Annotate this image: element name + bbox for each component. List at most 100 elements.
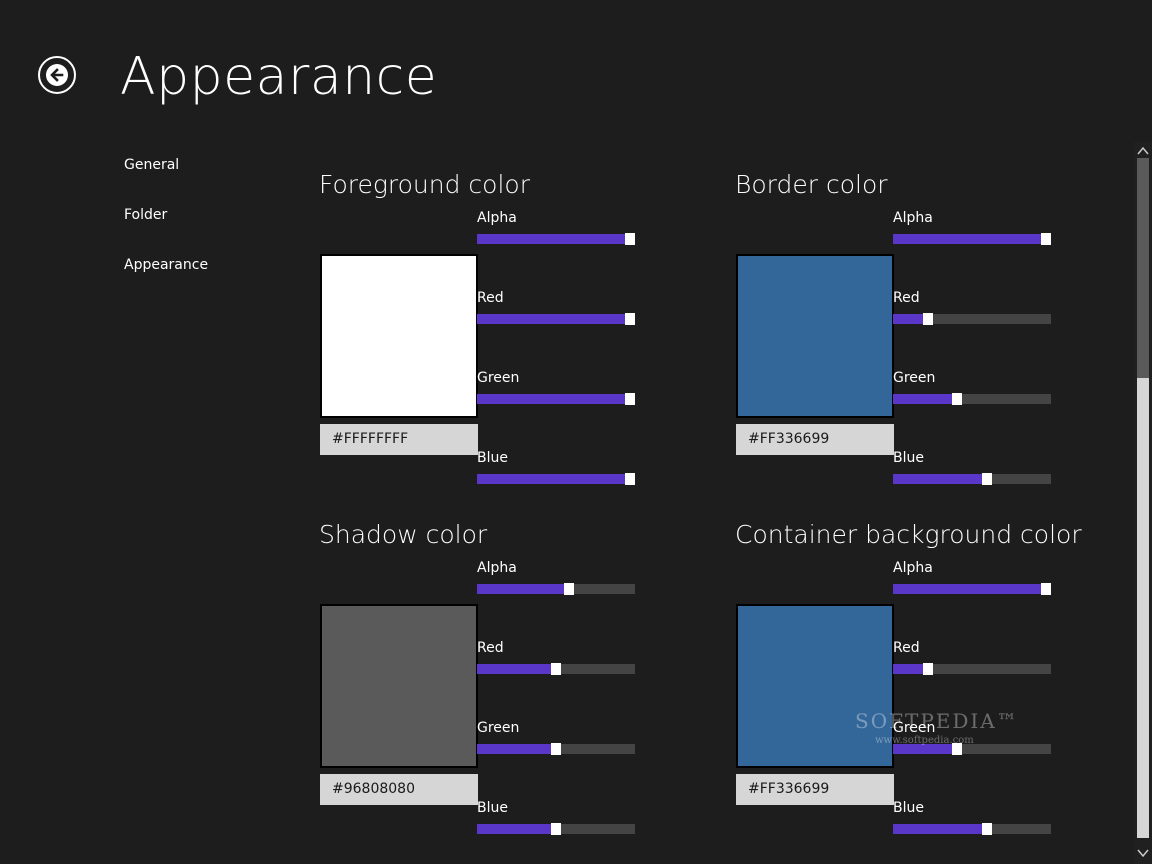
alpha-label: Alpha <box>893 210 933 226</box>
slider-fill <box>477 474 625 484</box>
alpha-channel: Alpha <box>893 558 1051 598</box>
slider-thumb[interactable] <box>923 663 933 675</box>
nav-item-appearance[interactable]: Appearance <box>124 255 208 305</box>
red-channel: Red <box>893 288 1051 328</box>
slider-thumb[interactable] <box>982 823 992 835</box>
alpha-channel: Alpha <box>477 558 635 598</box>
vertical-scrollbar[interactable] <box>1134 142 1152 864</box>
slider-thumb[interactable] <box>625 233 635 245</box>
slider-fill <box>893 234 1041 244</box>
slider-fill <box>477 664 551 674</box>
color-section-3: Shadow color Alpha Red Green Blue <box>319 520 659 840</box>
slider-thumb[interactable] <box>952 743 962 755</box>
red-channel: Red <box>477 288 635 328</box>
nav-item-general[interactable]: General <box>124 155 208 205</box>
color-preview-swatch <box>320 254 478 418</box>
blue-slider[interactable] <box>477 473 635 485</box>
nav-item-folder[interactable]: Folder <box>124 205 208 255</box>
slider-fill <box>893 584 1041 594</box>
red-channel: Red <box>893 638 1051 678</box>
color-preview-swatch <box>320 604 478 768</box>
green-channel: Green <box>477 368 635 408</box>
red-slider[interactable] <box>477 313 635 325</box>
green-slider[interactable] <box>893 743 1051 755</box>
green-label: Green <box>477 370 520 386</box>
slider-fill <box>893 824 982 834</box>
blue-slider[interactable] <box>893 473 1051 485</box>
slider-thumb[interactable] <box>625 393 635 405</box>
slider-thumb[interactable] <box>1041 583 1051 595</box>
green-slider[interactable] <box>477 743 635 755</box>
hex-color-input[interactable] <box>736 774 894 805</box>
green-label: Green <box>477 720 520 736</box>
slider-fill <box>893 394 952 404</box>
slider-fill <box>477 234 625 244</box>
section-title: Foreground color <box>319 170 530 199</box>
slider-thumb[interactable] <box>551 823 561 835</box>
scrollbar-thumb[interactable] <box>1137 378 1149 838</box>
slider-thumb[interactable] <box>1041 233 1051 245</box>
blue-channel: Blue <box>893 448 1051 488</box>
color-section-2: Border color Alpha Red Green Blue <box>735 170 1075 490</box>
red-slider[interactable] <box>893 313 1051 325</box>
hex-color-input[interactable] <box>736 424 894 455</box>
blue-label: Blue <box>477 800 508 816</box>
slider-fill <box>893 314 923 324</box>
red-slider[interactable] <box>893 663 1051 675</box>
section-title: Container background color <box>735 520 1082 549</box>
alpha-channel: Alpha <box>893 208 1051 248</box>
settings-nav: General Folder Appearance <box>124 155 208 305</box>
color-section-1: Foreground color Alpha Red Green Blue <box>319 170 659 490</box>
green-label: Green <box>893 370 936 386</box>
slider-fill <box>893 744 952 754</box>
blue-label: Blue <box>477 450 508 466</box>
alpha-label: Alpha <box>477 210 517 226</box>
slider-fill <box>477 824 551 834</box>
section-title: Border color <box>735 170 888 199</box>
alpha-label: Alpha <box>477 560 517 576</box>
scrollbar-track[interactable] <box>1137 158 1149 378</box>
scroll-down-icon[interactable] <box>1137 846 1149 860</box>
green-slider[interactable] <box>893 393 1051 405</box>
slider-thumb[interactable] <box>551 743 561 755</box>
back-button[interactable] <box>38 56 76 94</box>
alpha-slider[interactable] <box>477 233 635 245</box>
slider-fill <box>477 314 625 324</box>
slider-fill <box>477 394 625 404</box>
green-label: Green <box>893 720 936 736</box>
slider-thumb[interactable] <box>982 473 992 485</box>
blue-slider[interactable] <box>893 823 1051 835</box>
red-label: Red <box>477 640 504 656</box>
green-channel: Green <box>893 368 1051 408</box>
slider-thumb[interactable] <box>564 583 574 595</box>
alpha-slider[interactable] <box>893 583 1051 595</box>
blue-label: Blue <box>893 800 924 816</box>
blue-label: Blue <box>893 450 924 466</box>
red-slider[interactable] <box>477 663 635 675</box>
alpha-slider[interactable] <box>477 583 635 595</box>
red-label: Red <box>477 290 504 306</box>
alpha-slider[interactable] <box>893 233 1051 245</box>
color-preview-swatch <box>736 254 894 418</box>
slider-fill <box>477 744 551 754</box>
blue-slider[interactable] <box>477 823 635 835</box>
back-arrow-icon <box>46 64 68 86</box>
green-channel: Green <box>477 718 635 758</box>
slider-thumb[interactable] <box>952 393 962 405</box>
hex-color-input[interactable] <box>320 774 478 805</box>
alpha-channel: Alpha <box>477 208 635 248</box>
slider-thumb[interactable] <box>551 663 561 675</box>
slider-thumb[interactable] <box>625 473 635 485</box>
green-slider[interactable] <box>477 393 635 405</box>
color-preview-swatch <box>736 604 894 768</box>
slider-fill <box>893 664 923 674</box>
red-label: Red <box>893 640 920 656</box>
page-title: Appearance <box>120 47 438 107</box>
hex-color-input[interactable] <box>320 424 478 455</box>
alpha-label: Alpha <box>893 560 933 576</box>
slider-fill <box>477 584 564 594</box>
blue-channel: Blue <box>477 448 635 488</box>
slider-thumb[interactable] <box>625 313 635 325</box>
slider-thumb[interactable] <box>923 313 933 325</box>
scroll-up-icon[interactable] <box>1137 144 1149 158</box>
